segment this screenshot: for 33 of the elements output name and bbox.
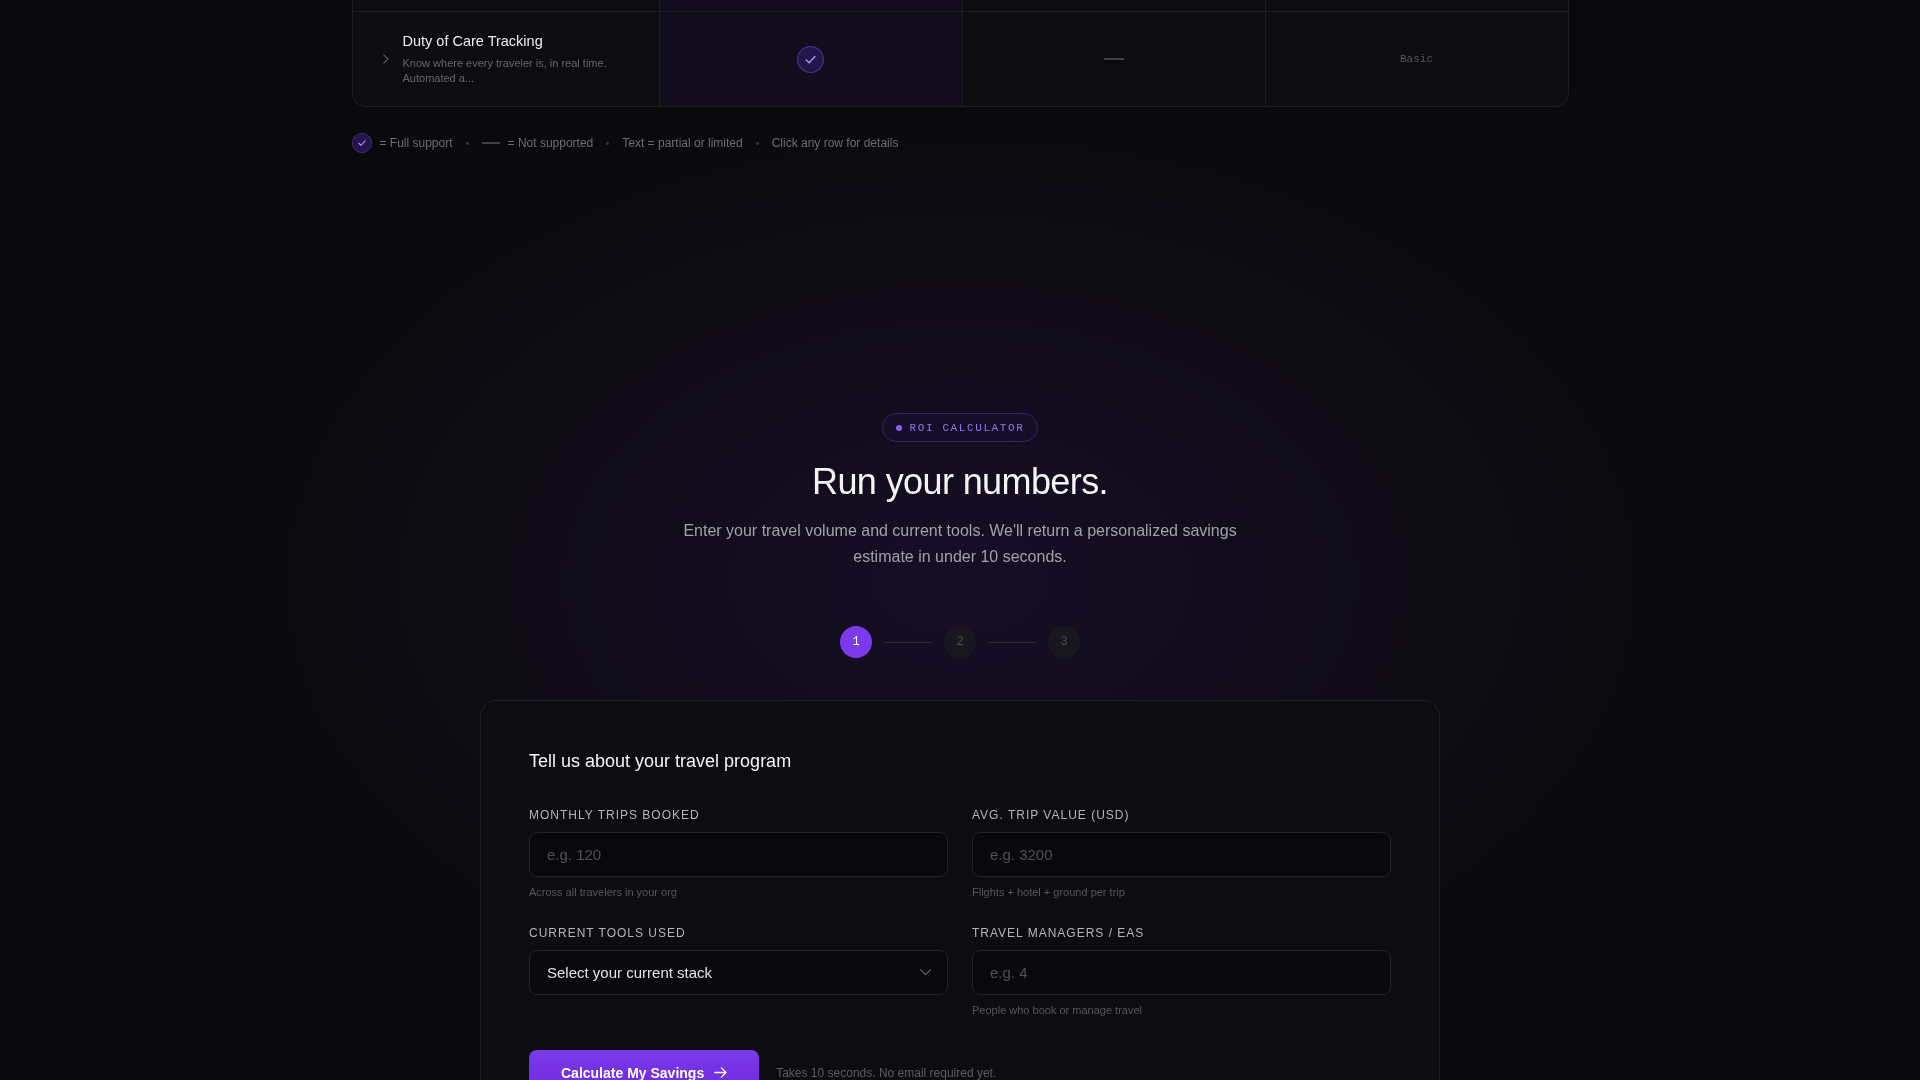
input-field[interactable]: e.g. 3200 <box>972 832 1391 877</box>
input-field[interactable]: e.g. 4 <box>972 950 1391 995</box>
section-subtitle: Enter your travel volume and current tools. We'll return a personalized savings estimate in under 10 seconds. <box>682 521 1238 567</box>
arrow-right-icon <box>714 1067 728 1078</box>
legend-label: = Not supported <box>507 136 594 150</box>
field-hint: Flights + hotel + ground per trip <box>972 885 1126 899</box>
dot-icon <box>895 424 902 431</box>
form-title: Tell us about your travel program <box>529 750 793 773</box>
calculate-button[interactable]: Calculate My Savings <box>529 1050 760 1080</box>
chevron-icon[interactable] <box>382 54 389 64</box>
dash-icon <box>481 142 500 144</box>
step-indicator: 1 <box>840 626 872 658</box>
feature-title: Duty of Care Tracking <box>402 31 544 50</box>
legend-label: = Full support <box>379 136 453 150</box>
dash-icon <box>1103 58 1124 60</box>
input-field[interactable]: e.g. 120 <box>529 832 948 877</box>
field-label: TRAVEL MANAGERS / EAS <box>972 925 1146 941</box>
badge-label: ROI CALCULATOR <box>909 421 1025 434</box>
table-cell: Basic <box>1264 12 1568 106</box>
field-hint: Across all travelers in your org <box>529 885 678 899</box>
feature-description: Know where every traveler is, in real time. Automated a... <box>402 55 608 86</box>
check-icon <box>797 45 824 73</box>
field-label: MONTHLY TRIPS BOOKED <box>529 807 701 823</box>
check-icon <box>351 133 372 153</box>
field-label: CURRENT TOOLS USED <box>529 925 687 941</box>
chevron-down-icon <box>920 969 931 976</box>
field-hint: People who book or manage travel <box>972 1003 1143 1017</box>
section-title: Run your numbers. <box>812 460 1108 503</box>
legend-label: Text = partial or limited <box>622 136 743 150</box>
legend-label: Click any row for details <box>771 136 899 150</box>
select-field[interactable]: Select your current stack <box>529 950 948 995</box>
field-label: AVG. TRIP VALUE (USD) <box>972 807 1131 823</box>
form-note: Takes 10 seconds. No email required yet. <box>776 1065 997 1080</box>
